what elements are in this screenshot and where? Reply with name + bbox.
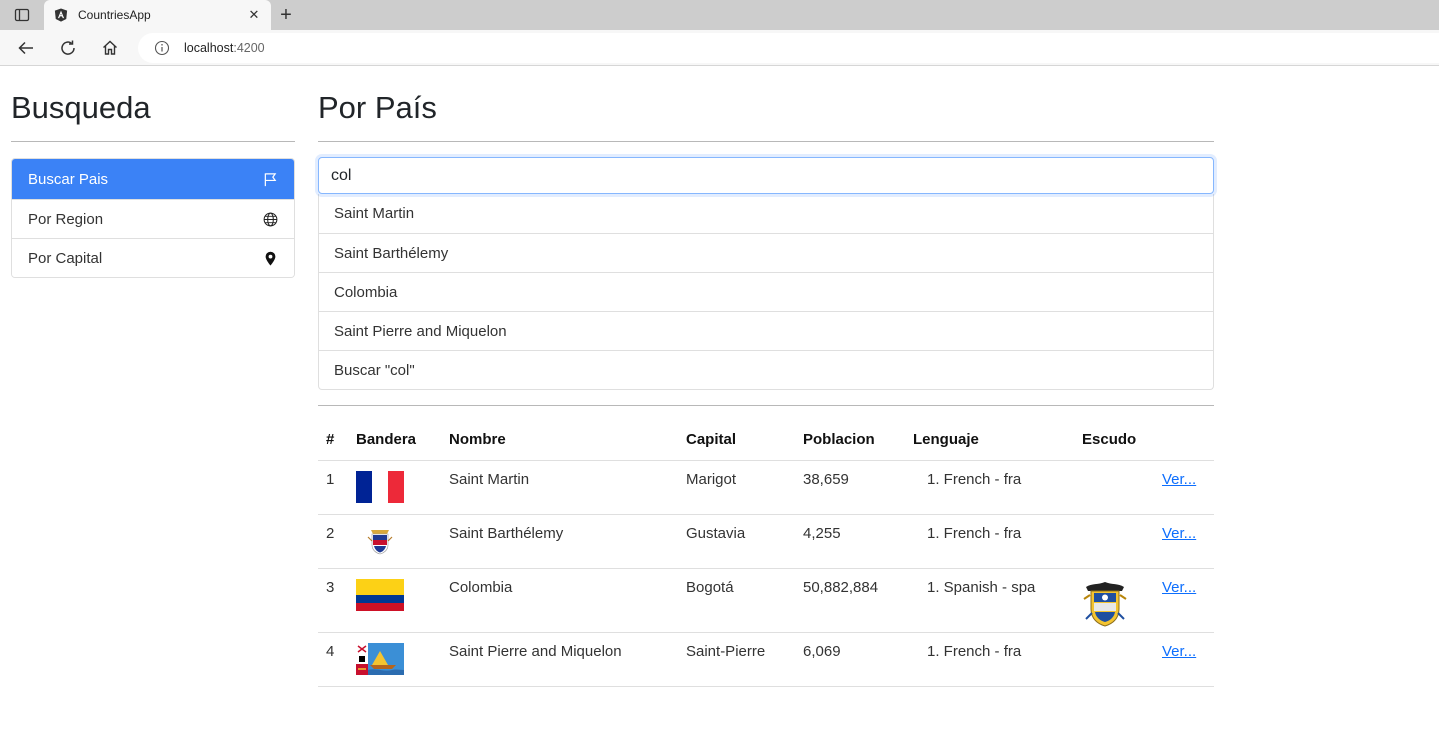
header-name: Nombre — [449, 431, 506, 449]
ver-link[interactable]: Ver... — [1162, 579, 1196, 596]
flag-cell — [348, 567, 441, 632]
capital: Marigot — [678, 459, 795, 514]
header-flag: Bandera — [356, 431, 417, 449]
suggestion-item[interactable]: Saint Martin — [319, 194, 1213, 233]
tab-title: CountriesApp — [78, 8, 151, 22]
coat-cell — [1074, 459, 1154, 514]
suggestion-item[interactable]: Colombia — [319, 272, 1213, 311]
population: 4,255 — [795, 513, 905, 568]
table-row: 2 Saint Barthélemy Gustavia 4,255 1. Fre… — [318, 513, 1214, 568]
browser-toolbar: localhost:4200 — [0, 30, 1439, 66]
sidebar: Busqueda Buscar Pais Por Region Por Capi… — [11, 90, 295, 278]
globe-icon — [262, 211, 278, 227]
row-number: 4 — [318, 631, 348, 686]
flag-france — [356, 470, 404, 503]
sidebar-item-buscar-pais[interactable]: Buscar Pais — [12, 159, 294, 199]
sidebar-item-label: Por Capital — [28, 249, 103, 267]
row-number: 1 — [318, 459, 348, 514]
table-row: 4 Saint Pierre and Miquelon Saint-Pierre… — [318, 631, 1214, 686]
location-pin-icon — [262, 250, 278, 266]
country-name: Saint Pierre and Miquelon — [441, 631, 678, 686]
header-capital: Capital — [686, 431, 737, 449]
population: 38,659 — [795, 459, 905, 514]
population: 50,882,884 — [795, 567, 905, 632]
back-arrow-icon[interactable] — [8, 33, 44, 63]
sidebar-item-label: Por Region — [28, 210, 104, 228]
suggestion-search-item[interactable]: Buscar "col" — [319, 350, 1213, 389]
info-icon[interactable] — [154, 40, 170, 56]
header-language: Lenguaje — [913, 431, 979, 449]
link-cell: Ver... — [1154, 513, 1214, 568]
close-icon[interactable]: ✕ — [247, 7, 261, 23]
main-content: Por País Saint Martin Saint Barthélemy C… — [318, 90, 1214, 687]
page-title: Por País — [318, 90, 1214, 142]
coat-cell — [1074, 513, 1154, 568]
row-number: 2 — [318, 513, 348, 568]
flag-cell — [348, 631, 441, 686]
table-row: 1 Saint Martin Marigot 38,659 1. French … — [318, 459, 1214, 514]
sidebar-item-por-capital[interactable]: Por Capital — [12, 238, 294, 277]
coat-of-arms-colombia — [1083, 581, 1127, 627]
suggestion-item[interactable]: Saint Pierre and Miquelon — [319, 311, 1213, 350]
angular-icon — [54, 8, 68, 22]
sidebar-toggle-icon[interactable] — [0, 0, 44, 30]
address-bar[interactable]: localhost:4200 — [138, 32, 1439, 63]
country-name: Colombia — [441, 567, 678, 632]
coat-cell — [1074, 631, 1154, 686]
capital: Gustavia — [678, 513, 795, 568]
flag-cell — [348, 459, 441, 514]
language: 1. French - fra — [905, 631, 1074, 686]
link-cell: Ver... — [1154, 459, 1214, 514]
divider — [318, 405, 1214, 406]
suggestion-item[interactable]: Saint Barthélemy — [319, 233, 1213, 272]
table-header-row: # Bandera Nombre Capital Poblacion Lengu… — [318, 420, 1214, 460]
ver-link[interactable]: Ver... — [1162, 471, 1196, 488]
population: 6,069 — [795, 631, 905, 686]
address-url: localhost:4200 — [184, 40, 265, 55]
flag-cell — [348, 513, 441, 568]
language: 1. French - fra — [905, 459, 1074, 514]
reload-icon[interactable] — [50, 33, 86, 63]
capital: Bogotá — [678, 567, 795, 632]
capital: Saint-Pierre — [678, 631, 795, 686]
ver-link[interactable]: Ver... — [1162, 643, 1196, 660]
sidebar-item-por-region[interactable]: Por Region — [12, 199, 294, 238]
country-name: Saint Barthélemy — [441, 513, 678, 568]
results-table: # Bandera Nombre Capital Poblacion Lengu… — [318, 420, 1214, 687]
row-number: 3 — [318, 567, 348, 632]
language: 1. French - fra — [905, 513, 1074, 568]
table-row: 3 Colombia Bogotá 50,882,884 1. Spanish … — [318, 567, 1214, 632]
suggestions-list: Saint Martin Saint Barthélemy Colombia S… — [318, 194, 1214, 390]
link-cell: Ver... — [1154, 631, 1214, 686]
country-name: Saint Martin — [441, 459, 678, 514]
new-tab-icon[interactable]: + — [271, 0, 301, 30]
coat-cell — [1074, 567, 1154, 632]
search-menu: Buscar Pais Por Region Por Capital — [11, 158, 295, 278]
flag-colombia — [356, 578, 404, 611]
sidebar-title: Busqueda — [11, 90, 295, 142]
browser-tab-bar: CountriesApp ✕ + — [0, 0, 1439, 30]
link-cell: Ver... — [1154, 567, 1214, 632]
flag-saint-pierre-miquelon — [356, 642, 404, 675]
header-number: # — [326, 431, 335, 449]
flag-icon — [262, 171, 278, 187]
page-content: Busqueda Buscar Pais Por Region Por Capi… — [0, 66, 1439, 730]
sidebar-item-label: Buscar Pais — [28, 170, 109, 188]
header-coat: Escudo — [1082, 431, 1137, 449]
flag-saint-barthelemy — [356, 524, 404, 557]
ver-link[interactable]: Ver... — [1162, 525, 1196, 542]
search-input[interactable] — [318, 157, 1214, 194]
home-icon[interactable] — [92, 33, 128, 63]
browser-tab[interactable]: CountriesApp ✕ — [44, 0, 271, 30]
language: 1. Spanish - spa — [905, 567, 1074, 632]
header-actions — [1154, 420, 1214, 460]
header-population: Poblacion — [803, 431, 875, 449]
